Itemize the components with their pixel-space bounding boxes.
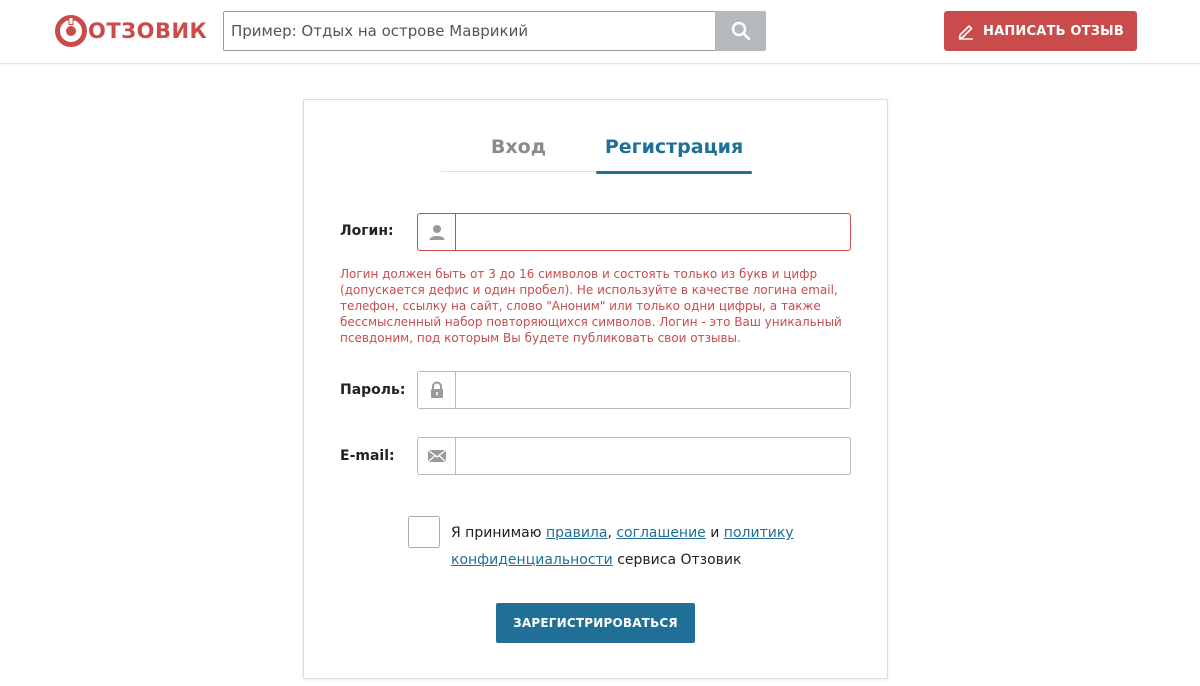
- password-field: [417, 371, 851, 409]
- login-error-text: Логин должен быть от 3 до 16 символов и …: [340, 267, 842, 345]
- password-label: Пароль:: [340, 382, 406, 398]
- tab-register[interactable]: Регистрация: [596, 130, 752, 174]
- logo-text: ОТЗОВИК: [88, 19, 208, 43]
- login-icon-box: [418, 214, 456, 250]
- user-icon: [429, 225, 444, 240]
- logo-mark-icon: [55, 15, 87, 47]
- agreement-sep2: и: [705, 525, 724, 541]
- agreement: Я принимаю правила, соглашение и политик…: [408, 516, 828, 576]
- login-input[interactable]: [456, 214, 850, 250]
- email-icon-box: [418, 438, 456, 474]
- auth-tabs: Вход Регистрация: [441, 130, 752, 174]
- site-header: ОТЗОВИК НАПИСАТЬ ОТЗЫВ: [0, 0, 1200, 64]
- password-icon-box: [418, 372, 456, 408]
- envelope-icon: [427, 449, 446, 463]
- agreement-link[interactable]: соглашение: [616, 525, 705, 541]
- search-button[interactable]: [715, 11, 766, 51]
- tab-login-label: Вход: [490, 136, 547, 158]
- lock-icon: [430, 381, 443, 398]
- login-label: Логин:: [340, 223, 394, 239]
- agreement-suffix: сервиса Отзовик: [612, 552, 742, 568]
- email-field: [417, 437, 851, 475]
- rules-link[interactable]: правила: [546, 525, 608, 541]
- agreement-prefix: Я принимаю: [451, 525, 546, 541]
- search-bar: [223, 11, 766, 51]
- logo[interactable]: ОТЗОВИК: [55, 14, 207, 48]
- search-icon: [731, 21, 750, 41]
- search-input[interactable]: [223, 11, 715, 51]
- tab-login[interactable]: Вход: [441, 130, 596, 172]
- register-button[interactable]: ЗАРЕГИСТРИРОВАТЬСЯ: [496, 603, 695, 643]
- password-input[interactable]: [456, 372, 850, 408]
- email-input[interactable]: [456, 438, 850, 474]
- tab-register-label: Регистрация: [604, 136, 744, 158]
- write-review-button[interactable]: НАПИСАТЬ ОТЗЫВ: [944, 11, 1137, 51]
- login-field: [417, 213, 851, 251]
- email-label: E-mail:: [340, 448, 395, 464]
- write-review-label: НАПИСАТЬ ОТЗЫВ: [983, 23, 1124, 39]
- agreement-checkbox[interactable]: [408, 516, 440, 548]
- pencil-icon: [958, 25, 974, 40]
- agreement-text: Я принимаю правила, соглашение и политик…: [451, 520, 831, 574]
- auth-card: Вход Регистрация Логин: Логин должен быт…: [303, 99, 888, 679]
